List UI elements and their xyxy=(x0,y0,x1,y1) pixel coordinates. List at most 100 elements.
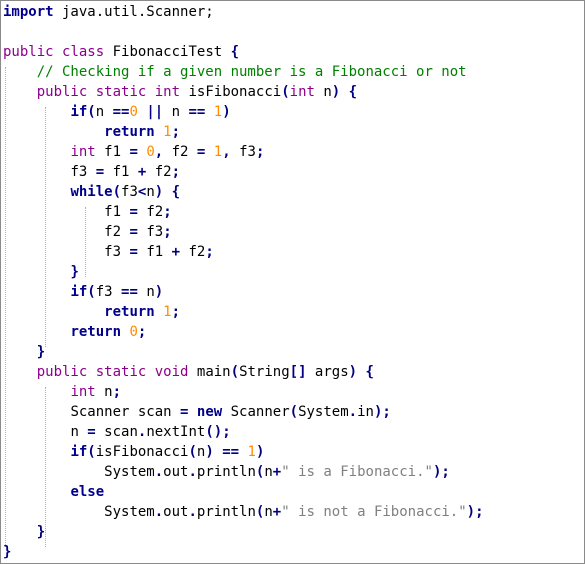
code-token: Scanner xyxy=(222,404,290,420)
code-token: System xyxy=(298,404,349,420)
code-line[interactable]: return 1; xyxy=(3,302,180,322)
code-line[interactable]: import java.util.Scanner; xyxy=(3,2,214,22)
code-token: n xyxy=(264,464,273,480)
code-token: . xyxy=(348,404,358,420)
code-line[interactable]: while(f3<n) { xyxy=(3,182,180,202)
code-token: " is not a Fibonacci." xyxy=(281,504,467,520)
code-line[interactable]: } xyxy=(3,522,45,542)
code-token: nextInt xyxy=(146,424,206,440)
code-token: ; xyxy=(171,304,181,320)
code-line[interactable]: int n; xyxy=(3,382,121,402)
code-token: ) xyxy=(222,104,231,120)
code-line[interactable]: if(n ==0 || n == 1) xyxy=(3,102,231,122)
code-token: n xyxy=(70,424,88,440)
code-line[interactable]: n = scan.nextInt(); xyxy=(3,422,230,442)
code-token: ; xyxy=(163,204,172,220)
code-line[interactable]: public static int isFibonacci(int n) { xyxy=(3,82,357,102)
code-line[interactable]: int f1 = 0, f2 = 1, f3; xyxy=(3,142,264,162)
code-token: args xyxy=(306,364,349,380)
code-line[interactable]: } xyxy=(3,262,78,282)
code-token: = xyxy=(87,424,96,440)
code-token: n xyxy=(146,184,155,200)
code-token: n xyxy=(137,284,155,300)
code-line[interactable]: return 1; xyxy=(3,122,180,142)
code-token: f1 xyxy=(104,204,130,220)
code-token: + xyxy=(272,464,282,480)
code-token: main xyxy=(188,364,231,380)
code-token: public xyxy=(3,44,54,60)
code-line[interactable]: Scanner scan = new Scanner(System.in); xyxy=(3,402,391,422)
code-line[interactable]: f3 = f1 + f2; xyxy=(3,242,214,262)
code-line[interactable]: if(isFibonacci(n) == 1) xyxy=(3,442,264,462)
code-editor[interactable]: import java.util.Scanner; public class Fi… xyxy=(0,0,585,564)
code-token: println xyxy=(196,504,256,520)
code-token: ) xyxy=(154,184,164,200)
code-line[interactable]: if(f3 == n) xyxy=(3,282,163,302)
code-token: isFibonacci xyxy=(95,444,189,460)
code-token: String xyxy=(239,364,290,380)
code-token: f1 xyxy=(104,164,138,180)
code-token: ) xyxy=(255,444,265,460)
code-token: if xyxy=(70,104,88,120)
code-token: f3 xyxy=(121,184,138,200)
code-token: static xyxy=(95,364,147,380)
code-token: = xyxy=(95,164,105,180)
code-token: // Checking if a given number is a Fibon… xyxy=(36,64,467,80)
code-token: [] xyxy=(289,364,307,380)
code-token: f3 xyxy=(137,224,164,240)
code-token: f3 xyxy=(230,144,256,160)
code-token: f2 xyxy=(104,224,130,240)
code-token: { xyxy=(230,44,240,60)
code-token: f2 xyxy=(137,204,164,220)
code-token: n xyxy=(163,104,189,120)
code-token: { xyxy=(348,84,358,100)
code-line[interactable]: System.out.println(n+" is a Fibonacci.")… xyxy=(3,462,450,482)
code-token: 0 xyxy=(129,324,138,340)
code-token: println xyxy=(196,464,256,480)
code-token: f3 xyxy=(95,284,122,300)
code-token: return xyxy=(70,324,122,340)
code-line[interactable]: // Checking if a given number is a Fibon… xyxy=(3,62,467,82)
code-line[interactable]: } xyxy=(3,542,11,562)
code-token: == xyxy=(112,104,130,120)
code-token: 1 xyxy=(163,304,172,320)
code-token: int xyxy=(289,84,315,100)
code-line[interactable]: public static void main(String[] args) { xyxy=(3,362,374,382)
code-token: + xyxy=(272,504,282,520)
code-token: ); xyxy=(373,404,391,420)
code-token: ; xyxy=(171,164,181,180)
code-line[interactable]: f1 = f2; xyxy=(3,202,172,222)
code-token: new xyxy=(196,404,223,420)
code-token: . xyxy=(188,504,197,520)
code-line[interactable]: } xyxy=(3,342,45,362)
code-line[interactable]: f3 = f1 + f2; xyxy=(3,162,180,182)
code-line[interactable]: public class FibonacciTest { xyxy=(3,42,239,62)
code-token: n xyxy=(95,384,113,400)
code-token: int xyxy=(70,384,96,400)
code-token: ) xyxy=(154,284,164,300)
code-token: = xyxy=(129,204,138,220)
code-token: Scanner scan xyxy=(70,404,181,420)
code-token: ( xyxy=(289,404,299,420)
code-line[interactable]: System.out.println(n+" is not a Fibonacc… xyxy=(3,502,483,522)
code-line[interactable]: return 0; xyxy=(3,322,146,342)
code-line[interactable]: else xyxy=(3,482,104,502)
code-token: else xyxy=(70,484,105,500)
code-line[interactable]: f2 = f3; xyxy=(3,222,171,242)
